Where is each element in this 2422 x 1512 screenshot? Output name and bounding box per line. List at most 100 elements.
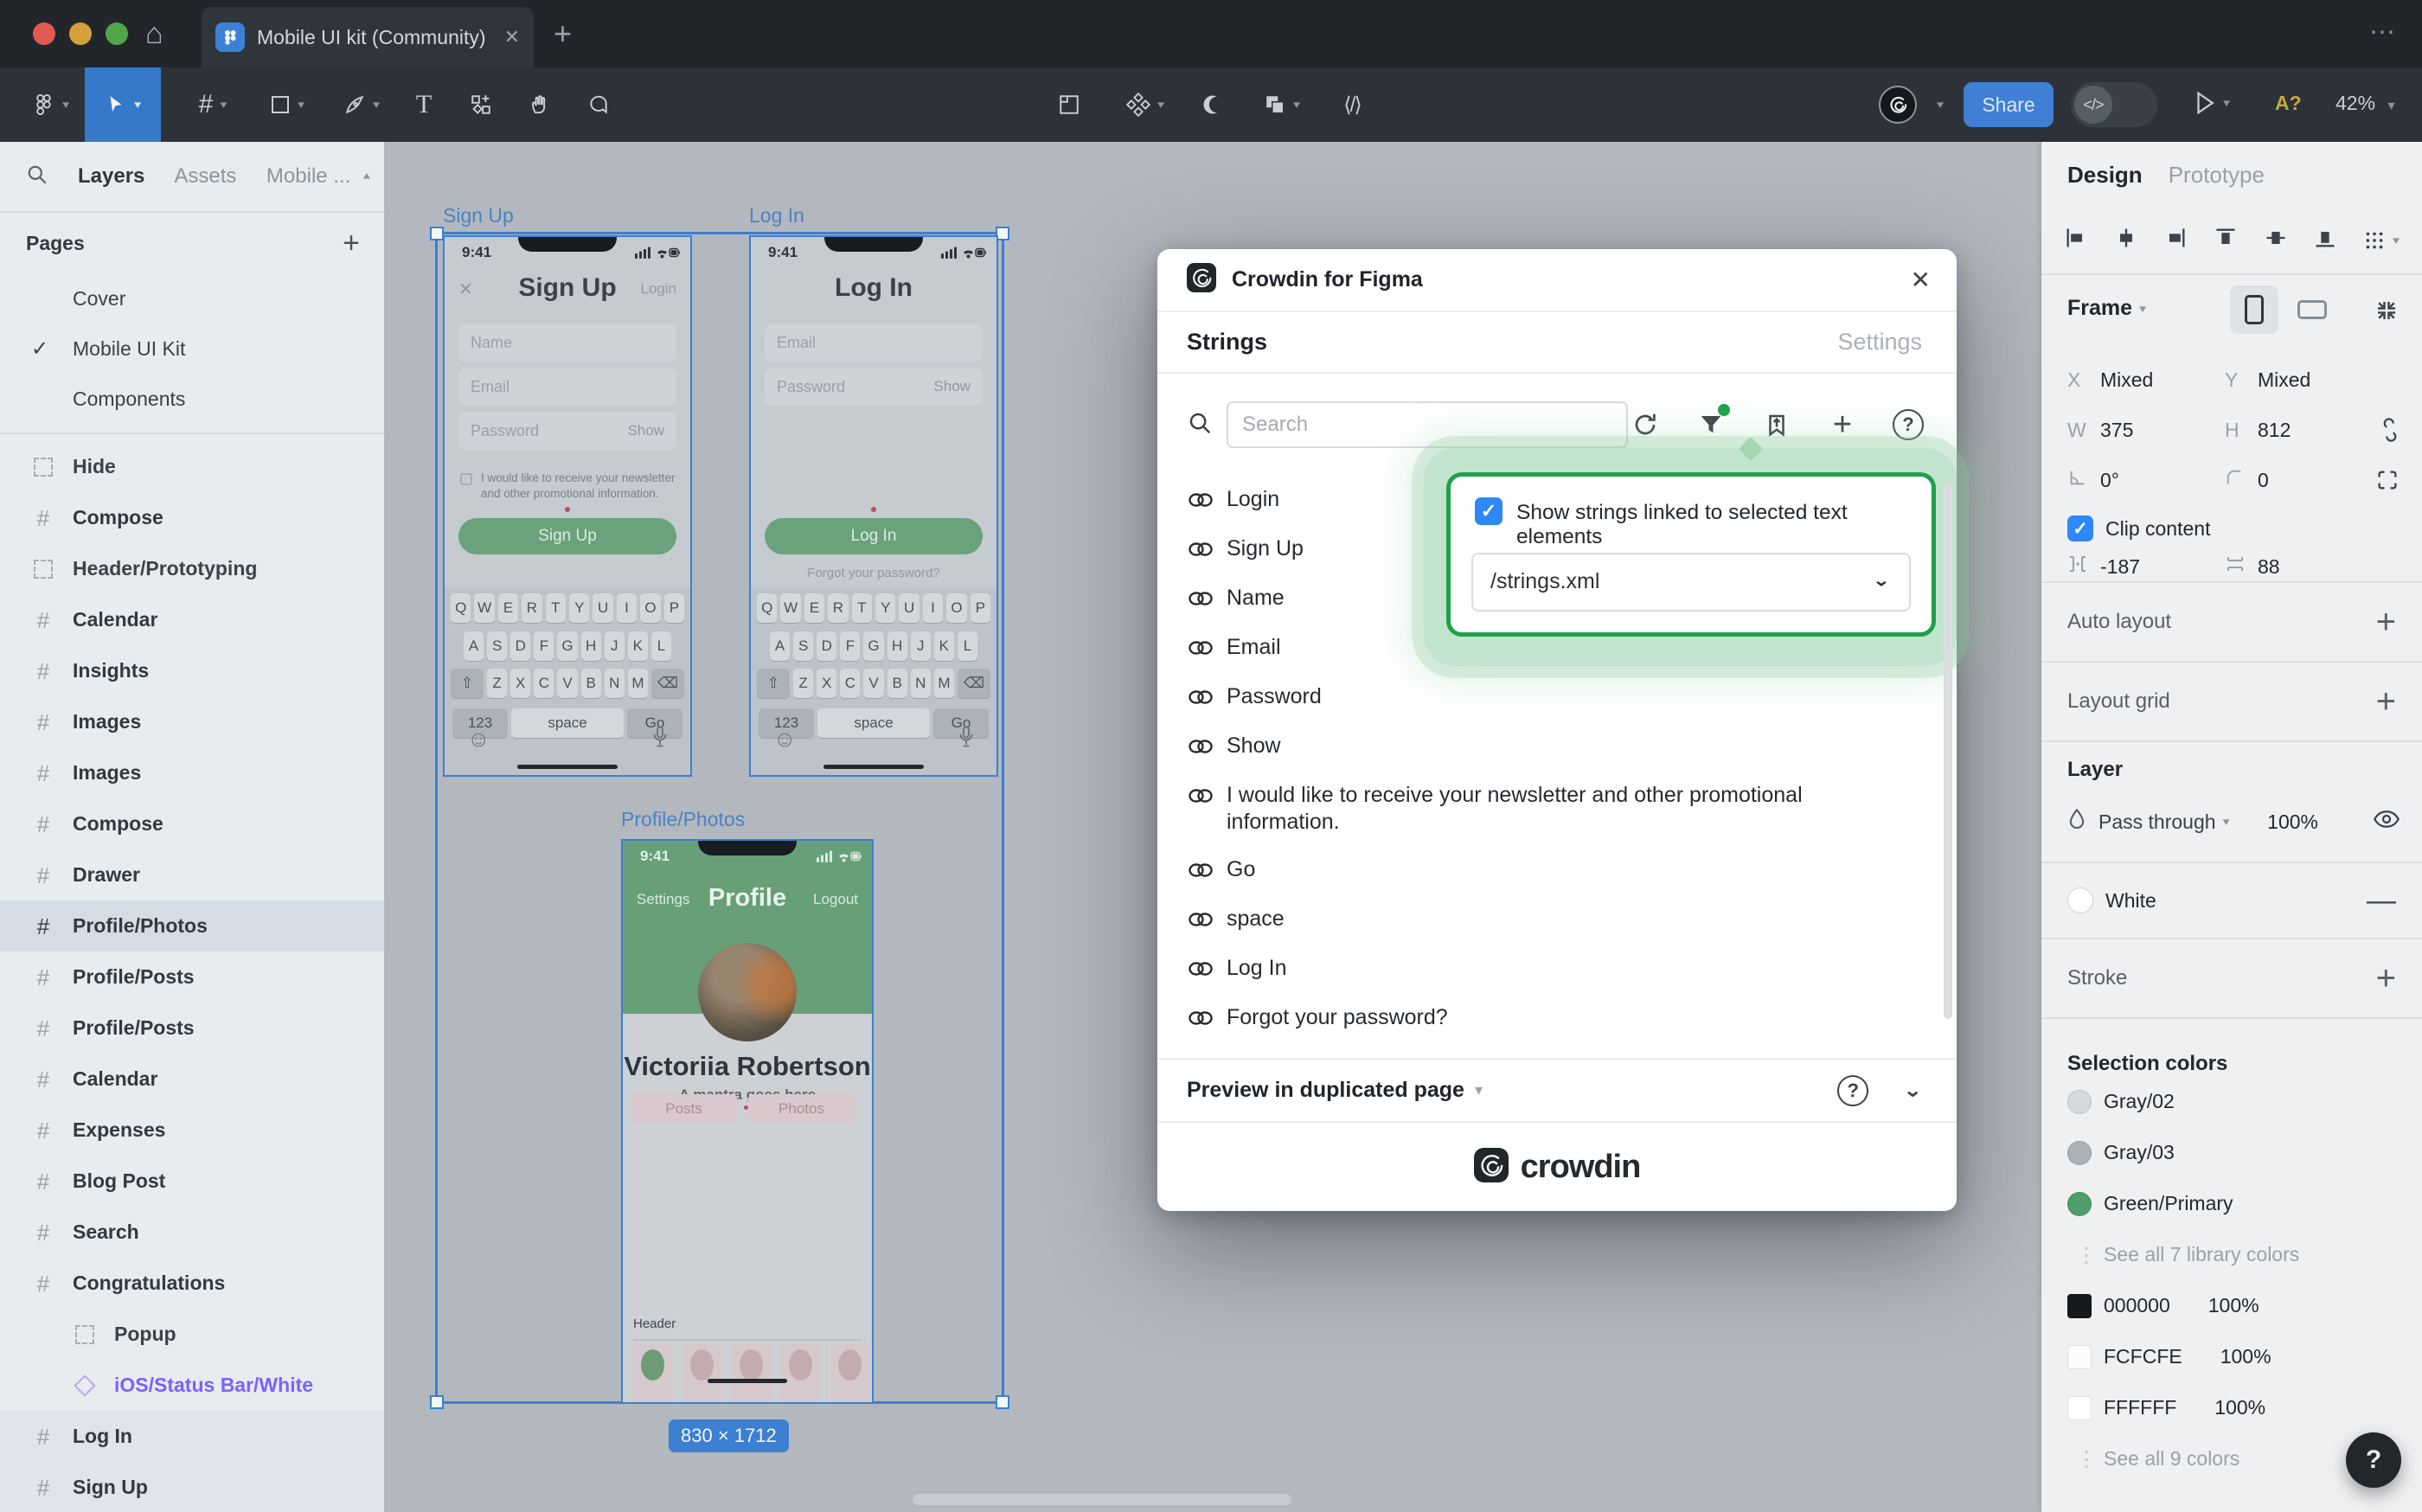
search-input[interactable]	[1227, 401, 1628, 448]
x-value[interactable]: Mixed	[2100, 368, 2221, 392]
dialog-scrollbar[interactable]	[1944, 483, 1952, 1019]
dev-mode-toggle[interactable]: </>	[2071, 82, 2157, 127]
window-minimize-button[interactable]	[69, 22, 92, 45]
string-item[interactable]: Password	[1187, 673, 1922, 722]
layer-opacity-value[interactable]: 100%	[2267, 810, 2318, 834]
layer-item[interactable]: Header/Prototyping	[0, 543, 384, 594]
window-overflow-icon[interactable]: ⋯	[2369, 17, 2398, 48]
tab-strings[interactable]: Strings	[1187, 329, 1267, 356]
pen-tool-button[interactable]: ▾	[327, 67, 396, 142]
horizontal-scrollbar[interactable]	[913, 1494, 1291, 1505]
preview-help-icon[interactable]: ?	[1837, 1075, 1868, 1106]
frame-label-login[interactable]: Log In	[749, 204, 804, 227]
signup-frame[interactable]: 9:41 ✕ Sign Up Login Name Email Password…	[443, 235, 692, 777]
file-select[interactable]: /strings.xml ⌄	[1471, 553, 1911, 612]
layer-item[interactable]: Images	[0, 696, 384, 747]
layer-item[interactable]: Hide	[0, 441, 384, 492]
home-icon[interactable]: ⌂	[145, 17, 163, 51]
string-item[interactable]: space	[1187, 895, 1922, 945]
browser-tab[interactable]: Mobile UI kit (Community) ✕	[202, 7, 534, 67]
fill-swatch[interactable]	[2067, 887, 2093, 913]
layer-item[interactable]: Search	[0, 1207, 384, 1258]
add-auto-layout-button[interactable]: +	[2376, 603, 2396, 642]
zoom-level-button[interactable]: 42% ▾	[2336, 92, 2394, 115]
landscape-orientation-button[interactable]	[2297, 300, 2327, 319]
frame-type-dropdown[interactable]: Frame	[2067, 296, 2132, 321]
main-menu-button[interactable]: ▾	[21, 67, 81, 142]
refresh-button[interactable]	[1628, 407, 1663, 442]
string-item[interactable]: Log In	[1187, 945, 1922, 994]
profile-frame[interactable]: 9:41 Settings Profile Logout Victoriia R…	[621, 839, 874, 1404]
file-dropdown[interactable]: Mobile ... ▾	[266, 164, 370, 189]
layer-item[interactable]: Popup	[0, 1309, 384, 1360]
layer-item[interactable]: Calendar	[0, 594, 384, 645]
help-button[interactable]: ?	[1891, 407, 1925, 442]
page-item[interactable]: ✓ Cover	[0, 273, 384, 324]
layer-item[interactable]: Congratulations	[0, 1258, 384, 1309]
figma-help-button[interactable]: ?	[2346, 1432, 2401, 1488]
share-button[interactable]: Share	[1964, 82, 2054, 127]
close-icon[interactable]: ✕	[1911, 266, 1931, 294]
width-value[interactable]: 375	[2100, 419, 2221, 442]
align-right-icon[interactable]	[2163, 226, 2188, 255]
selection-color-item[interactable]: Gray/02	[2041, 1076, 2422, 1127]
blend-mode-dropdown[interactable]: Pass through	[2098, 810, 2216, 834]
frame-label-signup[interactable]: Sign Up	[443, 204, 514, 227]
tab-assets[interactable]: Assets	[174, 164, 236, 189]
search-icon[interactable]	[26, 163, 48, 190]
new-tab-button[interactable]: +	[554, 16, 572, 52]
selection-color-item[interactable]: Green/Primary	[2041, 1178, 2422, 1229]
layer-item[interactable]: Drawer	[0, 849, 384, 900]
constrain-proportions-icon[interactable]	[2380, 417, 2400, 443]
export-button[interactable]	[1759, 407, 1794, 442]
tab-design[interactable]: Design	[2067, 162, 2143, 189]
window-close-button[interactable]	[33, 22, 55, 45]
collapse-icon[interactable]	[2374, 298, 2400, 324]
align-left-icon[interactable]	[2064, 226, 2088, 255]
y-value[interactable]: Mixed	[2258, 368, 2379, 392]
tab-layers[interactable]: Layers	[78, 164, 144, 189]
hand-tool-button[interactable]	[516, 67, 564, 142]
layer-item[interactable]: Profile/Posts	[0, 1003, 384, 1054]
layer-item[interactable]: Compose	[0, 798, 384, 849]
add-stroke-button[interactable]: +	[2376, 959, 2396, 998]
layer-item[interactable]: Insights	[0, 645, 384, 696]
layer-item[interactable]: Log In	[0, 1411, 384, 1462]
visibility-eye-icon[interactable]	[2374, 810, 2400, 834]
widgets-tool-button[interactable]	[457, 67, 505, 142]
layer-item[interactable]: Blog Post	[0, 1156, 384, 1207]
fill-style-name[interactable]: White	[2105, 889, 2156, 913]
string-item[interactable]: Forgot your password?	[1187, 994, 1922, 1043]
horizontal-padding-value[interactable]: -187	[2100, 555, 2221, 579]
clip-content-checkbox[interactable]: ✓	[2067, 516, 2093, 541]
tab-prototype[interactable]: Prototype	[2169, 162, 2265, 189]
selection-color-item[interactable]: FCFCFE 100%	[2041, 1331, 2422, 1382]
component-tool-button[interactable]: ▾	[1109, 67, 1182, 142]
collapse-chevron-icon[interactable]: ⌄	[1903, 1080, 1922, 1101]
selection-handle[interactable]	[430, 227, 444, 240]
tab-settings[interactable]: Settings	[1837, 329, 1922, 356]
string-item[interactable]: I would like to receive your newsletter …	[1187, 772, 1922, 846]
align-h-center-icon[interactable]	[2114, 226, 2138, 255]
layer-item[interactable]: Calendar	[0, 1054, 384, 1105]
align-bottom-icon[interactable]	[2313, 226, 2337, 255]
remove-fill-button[interactable]: —	[2367, 884, 2396, 918]
layer-item[interactable]: Compose	[0, 492, 384, 543]
filter-button[interactable]	[1694, 407, 1728, 442]
align-v-center-icon[interactable]	[2264, 226, 2288, 255]
independent-corners-icon[interactable]	[2375, 468, 2400, 492]
edit-object-button[interactable]	[1045, 67, 1093, 142]
move-tool-button[interactable]: ▾	[85, 67, 161, 142]
account-chevron[interactable]: ▾	[1924, 67, 1950, 142]
selection-handle[interactable]	[996, 1395, 1009, 1409]
align-top-icon[interactable]	[2214, 226, 2238, 255]
add-string-button[interactable]: +	[1825, 407, 1860, 442]
frame-tool-button[interactable]: #▾	[178, 67, 247, 142]
preview-toggle[interactable]: Preview in duplicated page	[1187, 1078, 1464, 1103]
linked-strings-checkbox[interactable]: ✓	[1475, 497, 1503, 525]
string-item[interactable]: Show	[1187, 722, 1922, 772]
corner-radius-value[interactable]: 0	[2258, 469, 2379, 492]
selection-handle[interactable]	[430, 1395, 444, 1409]
login-frame[interactable]: 9:41 Log In Email PasswordShow Log In Fo…	[749, 235, 998, 777]
window-zoom-button[interactable]	[106, 22, 128, 45]
